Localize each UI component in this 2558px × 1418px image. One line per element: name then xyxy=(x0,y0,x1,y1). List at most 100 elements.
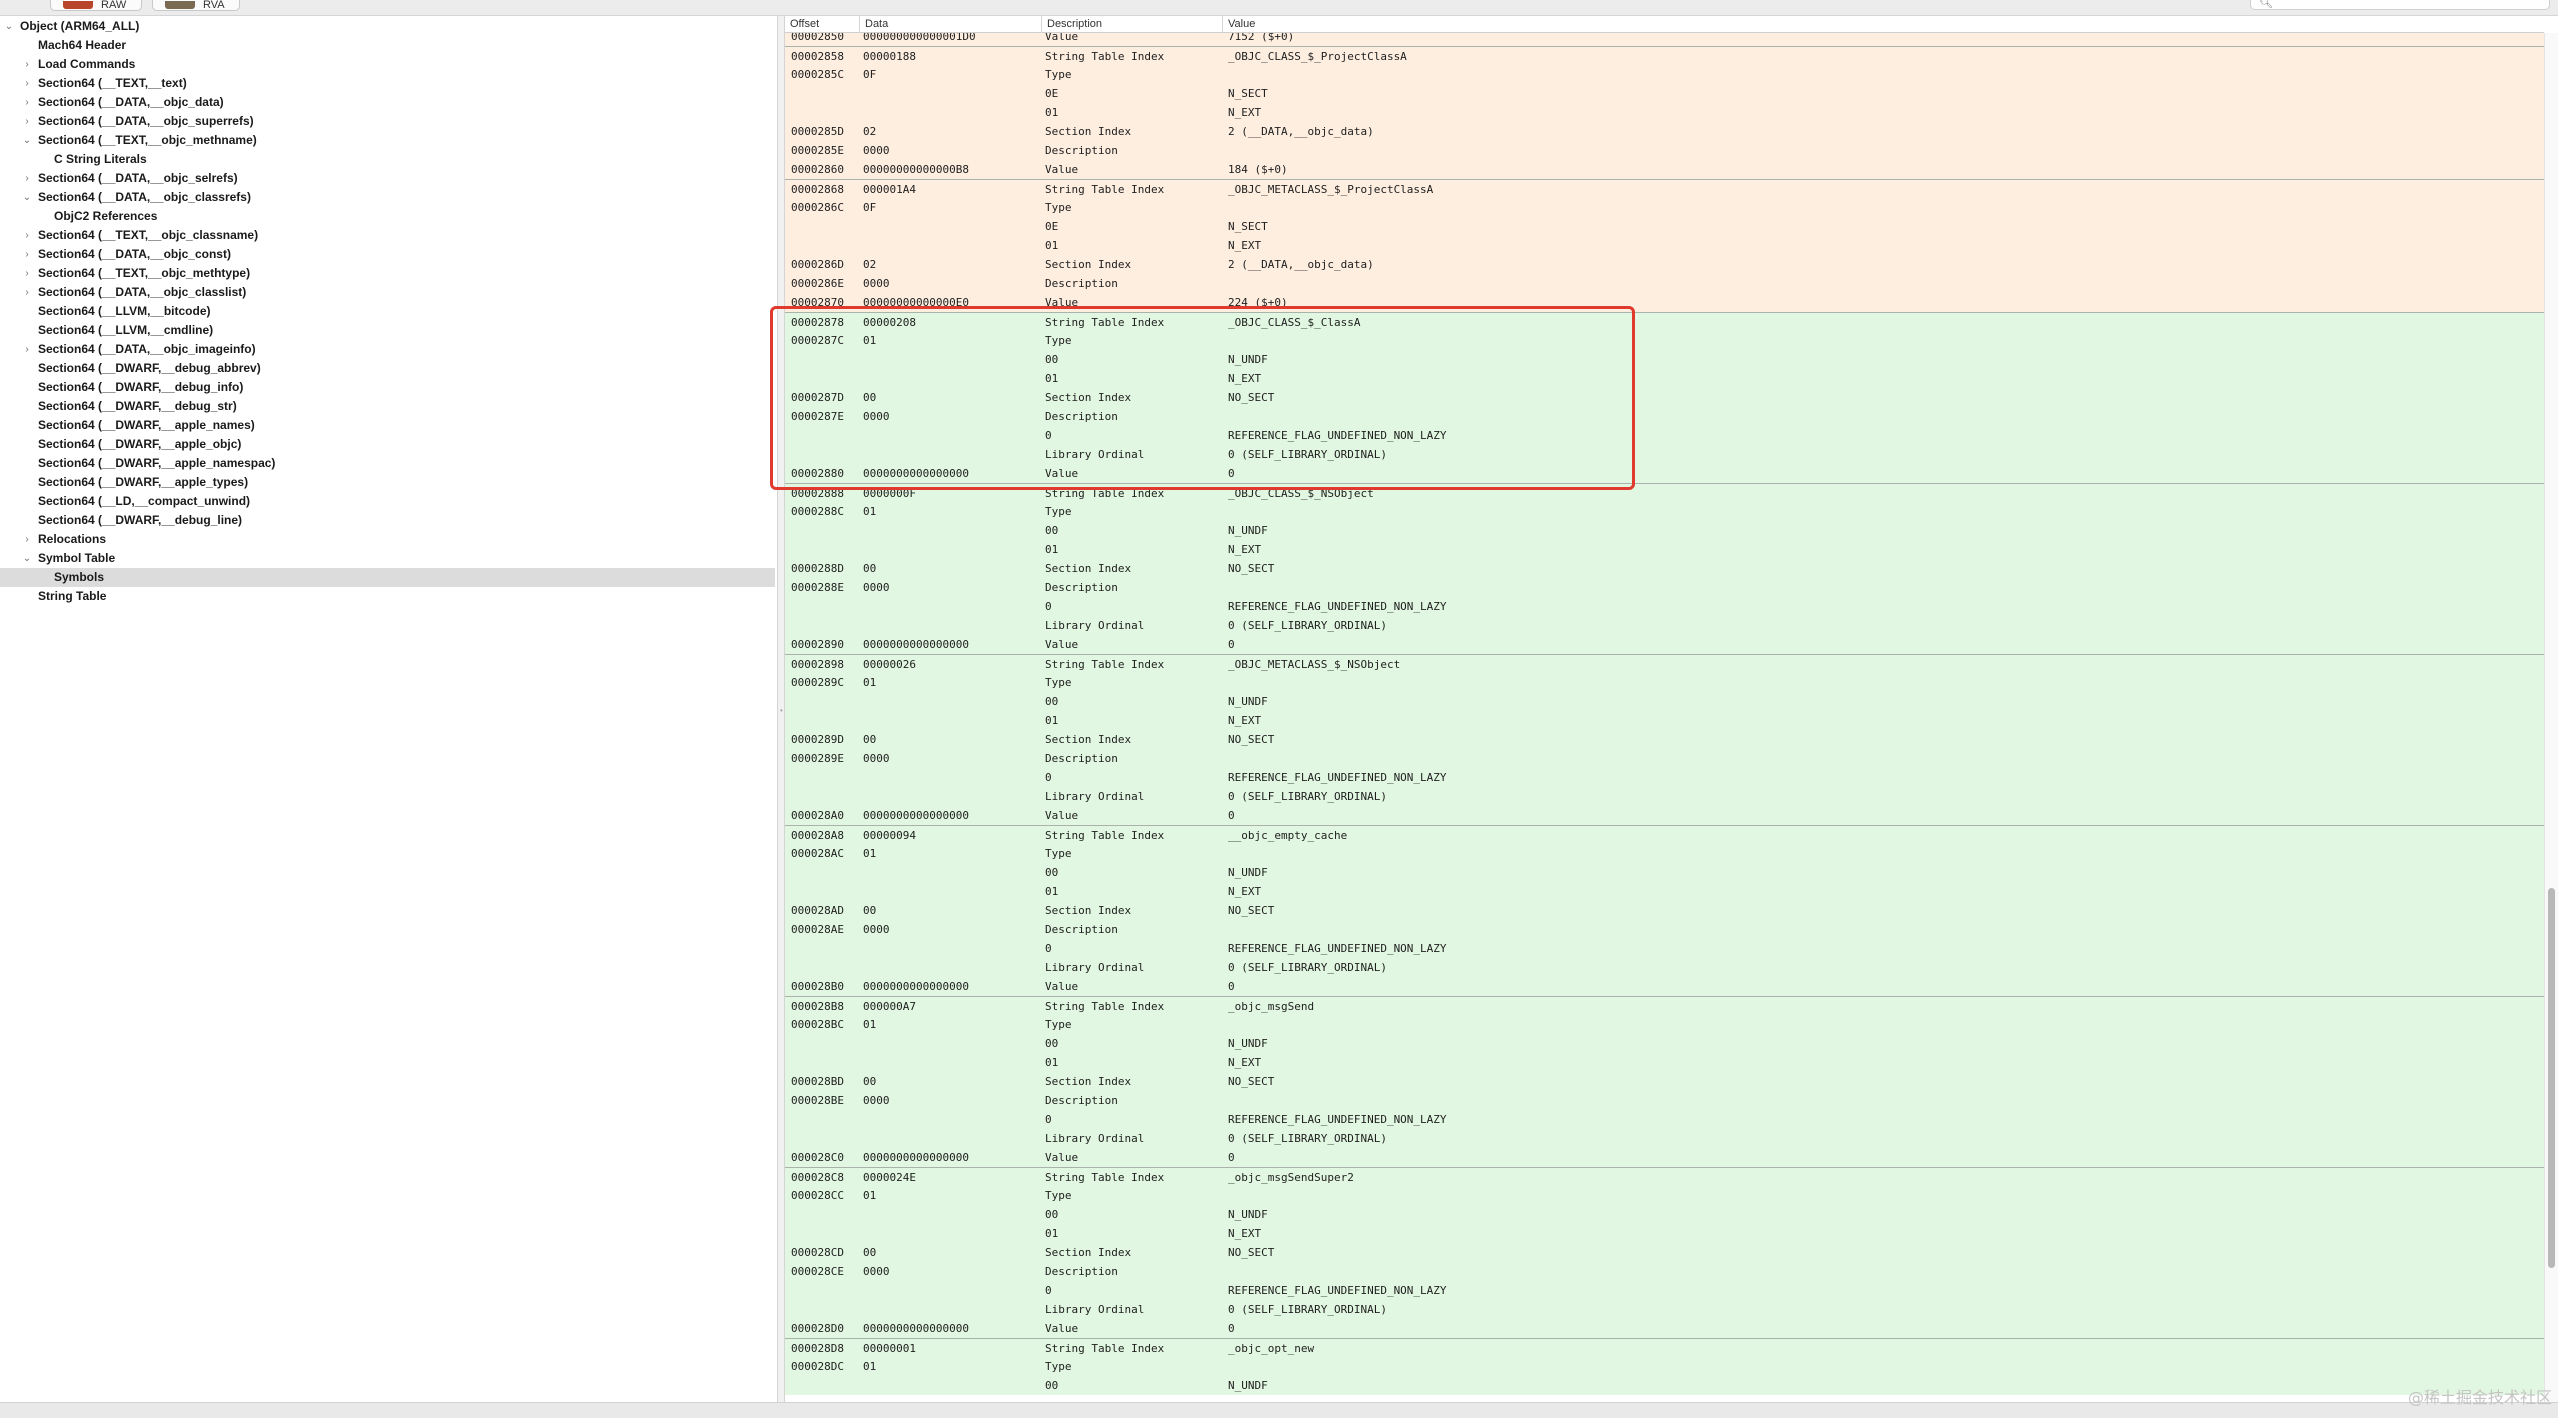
chevron-right-icon[interactable]: › xyxy=(21,283,33,302)
vertical-scrollbar[interactable] xyxy=(2544,33,2558,1402)
chevron-right-icon[interactable]: › xyxy=(21,74,33,93)
chevron-down-icon[interactable]: ⌄ xyxy=(21,131,33,150)
tree-item[interactable]: Symbols xyxy=(0,568,775,587)
table-row[interactable]: 0 REFERENCE_FLAG_UNDEFINED_NON_LAZY xyxy=(785,426,2544,445)
column-header-value[interactable]: Value xyxy=(1222,16,2544,33)
tree-item[interactable]: › Section64 (__DATA,__objc_data) xyxy=(0,93,775,112)
chevron-down-icon[interactable]: ⌄ xyxy=(21,188,33,207)
table-row[interactable]: 0000285C 0F Type xyxy=(785,65,2544,84)
table-row[interactable]: 000028A0 0000000000000000 Value 0 xyxy=(785,806,2544,825)
table-row[interactable]: 000028AE 0000 Description xyxy=(785,920,2544,939)
table-row[interactable]: 00 N_UNDF xyxy=(785,521,2544,540)
tree-item[interactable]: Section64 (__DWARF,__debug_abbrev) xyxy=(0,359,775,378)
table-row[interactable]: 0000288D 00 Section Index NO_SECT xyxy=(785,559,2544,578)
tree-item[interactable]: › Section64 (__DATA,__objc_const) xyxy=(0,245,775,264)
raw-mode-button[interactable]: RAW xyxy=(50,0,142,11)
tree-item[interactable]: › Section64 (__DATA,__objc_imageinfo) xyxy=(0,340,775,359)
table-row[interactable]: 000028D8 00000001 String Table Index _objc_… xyxy=(785,1338,2544,1357)
table-row[interactable]: 000028C0 0000000000000000 Value 0 xyxy=(785,1148,2544,1167)
table-row[interactable]: 00002868 000001A4 String Table Index _OBJC_… xyxy=(785,179,2544,198)
chevron-right-icon[interactable]: › xyxy=(21,340,33,359)
table-row[interactable]: 01 N_EXT xyxy=(785,711,2544,730)
table-row[interactable]: 00002858 00000188 String Table Index _OBJC_… xyxy=(785,46,2544,65)
chevron-right-icon[interactable]: › xyxy=(21,112,33,131)
table-row[interactable]: 00002850 000000000000001D0 Value 7152 ($+0) xyxy=(785,33,2544,46)
table-row[interactable]: 000028D0 0000000000000000 Value 0 xyxy=(785,1319,2544,1338)
tree-item[interactable]: › Section64 (__TEXT,__objc_methtype) xyxy=(0,264,775,283)
chevron-right-icon[interactable]: › xyxy=(21,530,33,549)
table-row[interactable]: 0 REFERENCE_FLAG_UNDEFINED_NON_LAZY xyxy=(785,1110,2544,1129)
chevron-right-icon[interactable]: › xyxy=(21,226,33,245)
tree-item[interactable]: Section64 (__DWARF,__apple_objc) xyxy=(0,435,775,454)
table-row[interactable]: 0000287D 00 Section Index NO_SECT xyxy=(785,388,2544,407)
chevron-right-icon[interactable]: › xyxy=(21,93,33,112)
table-row[interactable]: Library Ordinal 0 (SELF_LIBRARY_ORDINAL) xyxy=(785,958,2544,977)
column-header-offset[interactable]: Offset xyxy=(785,16,859,33)
table-row[interactable]: 0000289E 0000 Description xyxy=(785,749,2544,768)
table-row[interactable]: 00002878 00000208 String Table Index _OBJC_… xyxy=(785,312,2544,331)
tree-item[interactable]: › Load Commands xyxy=(0,55,775,74)
tree-item[interactable]: Section64 (__DWARF,__debug_line) xyxy=(0,511,775,530)
table-row[interactable]: 000028B8 000000A7 String Table Index _objc_… xyxy=(785,996,2544,1015)
table-row[interactable]: 00002860 00000000000000B8 Value 184 ($+0) xyxy=(785,160,2544,179)
chevron-right-icon[interactable]: › xyxy=(21,245,33,264)
table-row[interactable]: 0E N_SECT xyxy=(785,217,2544,236)
table-row[interactable]: 0 REFERENCE_FLAG_UNDEFINED_NON_LAZY xyxy=(785,1281,2544,1300)
tree-item[interactable]: › Section64 (__DATA,__objc_classlist) xyxy=(0,283,775,302)
column-header-description[interactable]: Description xyxy=(1041,16,1222,33)
table-row[interactable]: 00002898 00000026 String Table Index _OBJC_… xyxy=(785,654,2544,673)
table-row[interactable]: Library Ordinal 0 (SELF_LIBRARY_ORDINAL) xyxy=(785,787,2544,806)
table-row[interactable]: 0000287E 0000 Description xyxy=(785,407,2544,426)
tree-item[interactable]: › Section64 (__TEXT,__text) xyxy=(0,74,775,93)
table-row[interactable]: 01 N_EXT xyxy=(785,882,2544,901)
chevron-down-icon[interactable]: ⌄ xyxy=(3,17,15,36)
tree-item[interactable]: ⌄ Object (ARM64_ALL) xyxy=(0,17,775,36)
table-row[interactable]: 0000289D 00 Section Index NO_SECT xyxy=(785,730,2544,749)
chevron-right-icon[interactable]: › xyxy=(21,55,33,74)
tree-item[interactable]: Section64 (__LLVM,__cmdline) xyxy=(0,321,775,340)
search-input[interactable]: 🔍︎ xyxy=(2250,0,2550,10)
rva-mode-button[interactable]: RVA xyxy=(152,0,240,11)
table-row[interactable]: 01 N_EXT xyxy=(785,1224,2544,1243)
tree-item[interactable]: ⌄ Section64 (__DATA,__objc_classrefs) xyxy=(0,188,775,207)
table-row[interactable]: 0000285D 02 Section Index 2 (__DATA,__objc_… xyxy=(785,122,2544,141)
table-row[interactable]: 00002888 0000000F String Table Index _OBJC_… xyxy=(785,483,2544,502)
table-row[interactable]: 000028CD 00 Section Index NO_SECT xyxy=(785,1243,2544,1262)
table-row[interactable]: 000028AC 01 Type xyxy=(785,844,2544,863)
table-row[interactable]: 0000289C 01 Type xyxy=(785,673,2544,692)
tree-item[interactable]: ObjC2 References xyxy=(0,207,775,226)
table-row[interactable]: 00002890 0000000000000000 Value 0 xyxy=(785,635,2544,654)
table-row[interactable]: 0000288C 01 Type xyxy=(785,502,2544,521)
tree-item[interactable]: Section64 (__DWARF,__apple_types) xyxy=(0,473,775,492)
table-row[interactable]: 01 N_EXT xyxy=(785,1053,2544,1072)
tree-item[interactable]: Section64 (__DWARF,__apple_namespac) xyxy=(0,454,775,473)
table-row[interactable]: 000028CC 01 Type xyxy=(785,1186,2544,1205)
table-row[interactable]: 0000286C 0F Type xyxy=(785,198,2544,217)
table-row[interactable]: 01 N_EXT xyxy=(785,103,2544,122)
table-row[interactable]: 01 N_EXT xyxy=(785,540,2544,559)
tree-item[interactable]: Section64 (__DWARF,__debug_info) xyxy=(0,378,775,397)
table-row[interactable]: 0000288E 0000 Description xyxy=(785,578,2544,597)
table-row[interactable]: 00 N_UNDF xyxy=(785,1034,2544,1053)
table-row[interactable]: 00002870 00000000000000E0 Value 224 ($+0) xyxy=(785,293,2544,312)
tree-item[interactable]: › Relocations xyxy=(0,530,775,549)
tree-item[interactable]: Section64 (__LD,__compact_unwind) xyxy=(0,492,775,511)
table-row[interactable]: 000028BD 00 Section Index NO_SECT xyxy=(785,1072,2544,1091)
table-row[interactable]: 0 REFERENCE_FLAG_UNDEFINED_NON_LAZY xyxy=(785,768,2544,787)
tree-item[interactable]: Section64 (__DWARF,__debug_str) xyxy=(0,397,775,416)
table-row[interactable]: 0E N_SECT xyxy=(785,84,2544,103)
tree-item[interactable]: ⌄ Symbol Table xyxy=(0,549,775,568)
table-row[interactable]: 00 N_UNDF xyxy=(785,350,2544,369)
tree-item[interactable]: Mach64 Header xyxy=(0,36,775,55)
table-row[interactable]: Library Ordinal 0 (SELF_LIBRARY_ORDINAL) xyxy=(785,1129,2544,1148)
table-row[interactable]: 000028B0 0000000000000000 Value 0 xyxy=(785,977,2544,996)
tree-item[interactable]: Section64 (__DWARF,__apple_names) xyxy=(0,416,775,435)
table-row[interactable]: 0000286D 02 Section Index 2 (__DATA,__objc_… xyxy=(785,255,2544,274)
table-row[interactable]: 00 N_UNDF xyxy=(785,1376,2544,1395)
table-row[interactable]: 01 N_EXT xyxy=(785,236,2544,255)
table-row[interactable]: 000028BC 01 Type xyxy=(785,1015,2544,1034)
tree-item[interactable]: C String Literals xyxy=(0,150,775,169)
splitter-grip-icon[interactable]: • xyxy=(780,706,783,715)
panel-splitter[interactable]: • xyxy=(778,16,785,1402)
table-row[interactable]: 0000285E 0000 Description xyxy=(785,141,2544,160)
